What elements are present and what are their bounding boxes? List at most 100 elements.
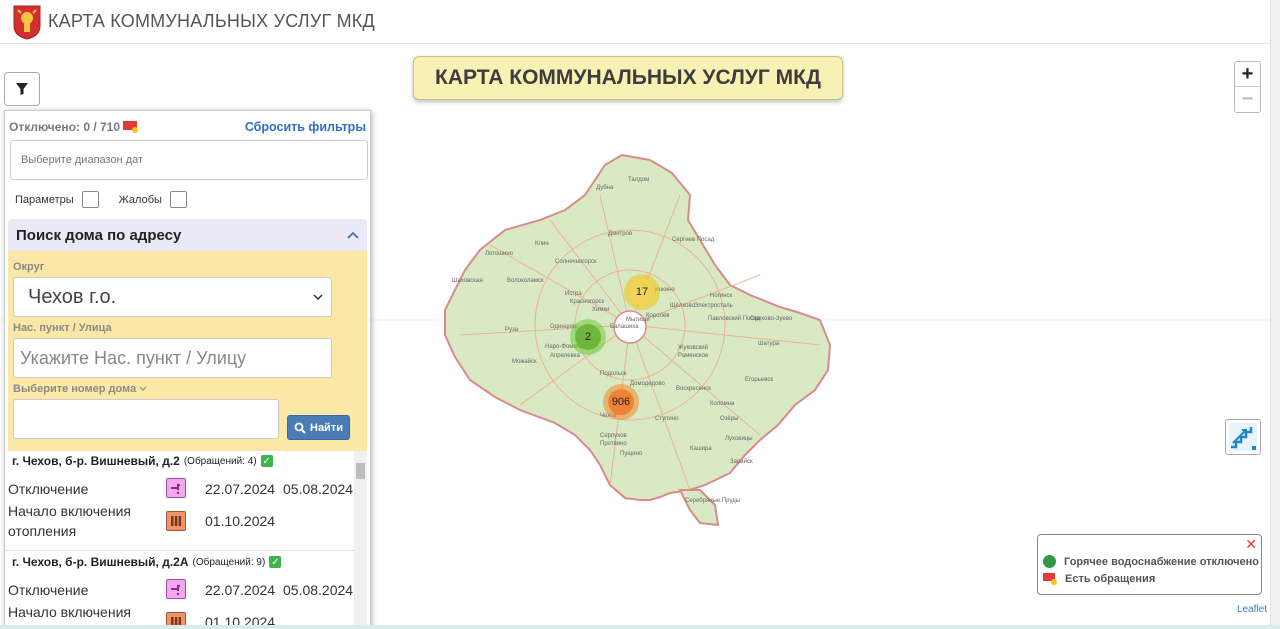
district-select[interactable]: Чехов г.о. <box>13 277 332 317</box>
house-address: г. Чехов, б-р. Вишневый, д.2А (Обращений… <box>12 555 282 569</box>
event-start-date: 22.07.2024 <box>205 481 276 497</box>
date-range-input[interactable]: Выберите диапазон дат <box>10 140 368 180</box>
svg-text:Дмитров: Дмитров <box>608 231 632 237</box>
event-label: Начало включения отопления <box>8 503 131 539</box>
outage-status-text: Отключено: 0 / 710 <box>9 120 121 134</box>
cluster-count: 906 <box>608 389 634 415</box>
find-button[interactable]: Найти <box>287 415 350 440</box>
radiator-icon <box>166 511 186 531</box>
svg-text:Егорьевск: Егорьевск <box>745 377 773 383</box>
svg-text:Солнечногорск: Солнечногорск <box>555 259 597 265</box>
event-label: Отключение <box>8 582 89 598</box>
search-icon <box>294 422 306 434</box>
house-address: г. Чехов, б-р. Вишневый, д.2 (Обращений:… <box>12 454 273 468</box>
legend-item-complaints: Есть обращения <box>1065 573 1156 585</box>
filter-panel: Отключено: 0 / 710 Сбросить фильтры Выбе… <box>4 110 371 629</box>
svg-text:Кашира: Кашира <box>690 446 712 452</box>
complaint-flag-icon <box>123 121 139 133</box>
chevron-up-icon <box>347 231 359 239</box>
street-label: Нас. пункт / Улица <box>13 322 112 334</box>
svg-text:Руза: Руза <box>505 327 519 333</box>
outage-status: Отключено: 0 / 710 <box>9 120 139 134</box>
svg-text:Пущино: Пущино <box>620 451 643 457</box>
district-select-value: Чехов г.о. <box>28 285 117 308</box>
legend-item-hot-water: Горячее водоснабжение отключено <box>1064 555 1260 568</box>
chevron-down-icon <box>313 294 323 300</box>
svg-text:Клин: Клин <box>535 241 549 247</box>
legend-close-icon[interactable]: ✕ <box>1245 536 1257 553</box>
svg-text:Шатура: Шатура <box>758 341 780 347</box>
bottom-strip <box>0 625 1280 629</box>
complaints-checkbox[interactable] <box>169 191 187 208</box>
cluster-count: 2 <box>575 324 601 350</box>
house-number-input[interactable] <box>13 399 279 439</box>
search-results-list[interactable]: г. Чехов, б-р. Вишневый, д.2 (Обращений:… <box>5 451 367 628</box>
cluster-marker[interactable]: 17 <box>624 274 660 310</box>
scrollbar-thumb[interactable] <box>356 463 365 479</box>
hot-water-off-marker-icon <box>1043 555 1056 568</box>
chevron-down-icon <box>139 386 147 391</box>
svg-text:Раменское: Раменское <box>678 353 709 359</box>
address-search-form: Округ Чехов г.о. Нас. пункт / Улица Укаж… <box>8 251 367 451</box>
params-checkbox[interactable] <box>81 191 99 208</box>
leaflet-attribution-link[interactable]: Leaflet <box>1237 604 1267 615</box>
svg-text:Лотошино: Лотошино <box>485 251 514 257</box>
moscow-oblast-crest-icon <box>13 5 41 40</box>
filter-checkboxes: Параметры Жалобы <box>15 191 207 208</box>
svg-text:Истра: Истра <box>565 291 582 297</box>
svg-text:Красногорск: Красногорск <box>570 299 605 305</box>
event-start-date: 22.07.2024 <box>205 582 276 598</box>
svg-text:Электросталь: Электросталь <box>694 303 733 309</box>
svg-text:Сергиев Посад: Сергиев Посад <box>672 237 715 243</box>
svg-text:Серебряные Пруды: Серебряные Пруды <box>685 498 740 504</box>
complaints-count: (Обращений: 9) <box>192 556 266 568</box>
event-label: Отключение <box>8 481 89 497</box>
event-end-date: 05.08.2024 <box>283 582 354 598</box>
cluster-marker[interactable]: 906 <box>603 384 639 420</box>
zoom-out-button[interactable]: − <box>1235 87 1260 112</box>
zoom-in-button[interactable]: + <box>1235 62 1260 87</box>
accordion-title: Поиск дома по адресу <box>16 226 182 244</box>
cluster-marker[interactable]: 2 <box>570 319 606 355</box>
svg-text:Подольск: Подольск <box>600 371 627 377</box>
svg-text:Зарайск: Зарайск <box>730 458 753 465</box>
svg-text:Серпухов: Серпухов <box>600 433 627 439</box>
svg-text:Апрелевка: Апрелевка <box>550 353 581 359</box>
params-label: Параметры <box>15 193 74 206</box>
stairs-icon <box>1229 423 1257 451</box>
house-number-label[interactable]: Выберите номер дома <box>13 383 147 395</box>
complaints-count: (Обращений: 4) <box>183 455 257 467</box>
svg-text:Жуковский: Жуковский <box>678 344 708 351</box>
accessibility-button[interactable] <box>1225 419 1261 455</box>
svg-text:Ногинск: Ногинск <box>710 293 733 299</box>
southern-tail <box>678 489 720 527</box>
map-title-banner: КАРТА КОММУНАЛЬНЫХ УСЛУГ МКД <box>413 56 843 100</box>
svg-text:Воскресенск: Воскресенск <box>676 386 711 392</box>
svg-text:Мытищи: Мытищи <box>626 317 650 323</box>
reset-filters-link[interactable]: Сбросить фильтры <box>245 120 366 134</box>
hot-water-tap-icon <box>166 478 186 498</box>
svg-text:Протвино: Протвино <box>600 441 627 447</box>
svg-text:Луховицы: Луховицы <box>725 436 753 442</box>
divider <box>5 550 354 551</box>
svg-text:Коломна: Коломна <box>710 401 735 407</box>
page-scrollbar[interactable] <box>1270 0 1280 629</box>
street-input[interactable]: Укажите Нас. пункт / Улицу <box>13 338 332 378</box>
district-label: Округ <box>13 261 45 273</box>
svg-text:Дубна: Дубна <box>596 185 614 191</box>
address-search-accordion-header[interactable]: Поиск дома по адресу <box>8 219 367 251</box>
results-scrollbar[interactable] <box>354 451 367 628</box>
check-icon: ✓ <box>269 556 282 568</box>
svg-text:Можайск: Можайск <box>512 358 537 365</box>
filter-toggle-button[interactable] <box>4 72 40 106</box>
svg-text:Талдом: Талдом <box>628 177 649 183</box>
hot-water-tap-icon <box>166 579 186 599</box>
svg-text:Ступино: Ступино <box>655 416 679 422</box>
svg-text:Шаховская: Шаховская <box>452 278 483 284</box>
app-title: КАРТА КОММУНАЛЬНЫХ УСЛУГ МКД <box>48 11 375 31</box>
svg-text:Химки: Химки <box>592 307 609 313</box>
complaint-flag-icon <box>1043 573 1057 585</box>
map-legend: ✕ Горячее водоснабжение отключено Есть о… <box>1037 534 1262 595</box>
cluster-count: 17 <box>629 279 655 305</box>
zoom-control: + − <box>1234 61 1261 113</box>
